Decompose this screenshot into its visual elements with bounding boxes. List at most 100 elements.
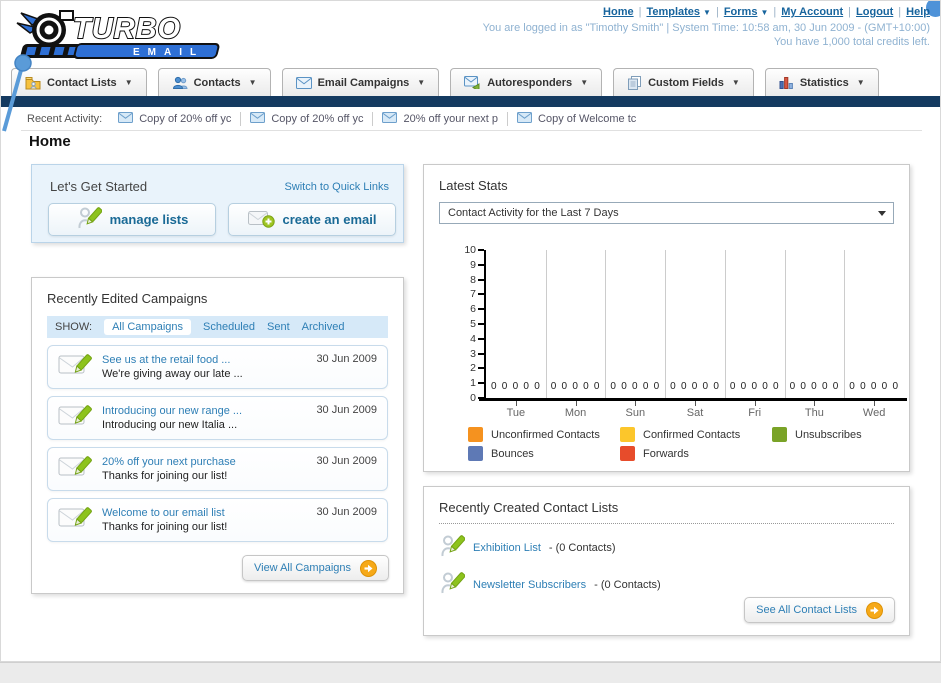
tab-contacts[interactable]: Contacts ▼ — [157, 68, 271, 96]
manage-lists-label: manage lists — [109, 212, 189, 227]
y-tick — [478, 367, 484, 370]
tab-label: Contacts — [193, 76, 241, 89]
bar-value-label: 0 — [550, 381, 557, 392]
top-link-templates[interactable]: Templates — [646, 6, 700, 18]
filter-archived[interactable]: Archived — [302, 321, 345, 333]
create-email-button[interactable]: create an email — [228, 203, 396, 236]
recent-activity-item[interactable]: Copy of Welcome tc — [517, 111, 636, 126]
chart-gridline — [605, 250, 607, 398]
campaign-subtitle: Thanks for joining our list! — [102, 521, 228, 533]
tab-email-campaigns[interactable]: Email Campaigns ▼ — [281, 68, 440, 96]
x-tick — [575, 401, 577, 406]
get-started-panel: Let's Get Started Switch to Quick Links … — [31, 164, 404, 243]
legend-unconfirmed-contacts: Unconfirmed Contacts — [468, 427, 600, 442]
recent-activity-item[interactable]: 20% off your next p — [382, 111, 498, 126]
y-tick — [478, 337, 484, 340]
legend-swatch-icon — [772, 427, 787, 442]
link-separator: | — [848, 6, 852, 18]
campaigns-panel: Recently Edited Campaigns SHOW: All Camp… — [31, 277, 404, 594]
legend-label: Bounces — [491, 447, 534, 460]
campaign-row[interactable]: Introducing our new range ... Introducing… — [47, 396, 388, 440]
recent-activity-item[interactable]: Copy of 20% off yc — [250, 111, 363, 126]
y-tick-label: 3 — [470, 347, 476, 360]
bar-value-label: 0 — [512, 381, 519, 392]
turbo-email-logo-graphic: TURBO EMAIL — [16, 10, 220, 59]
envelope-plus-icon — [247, 209, 275, 231]
link-separator: | — [898, 6, 902, 18]
bar-value-label: 0 — [860, 381, 866, 392]
statistics-icon — [779, 76, 794, 89]
chevron-down-icon: ▼ — [731, 78, 740, 87]
x-tick — [814, 401, 816, 406]
filter-scheduled[interactable]: Scheduled — [203, 321, 255, 333]
campaign-title-link[interactable]: 20% off your next purchase — [102, 455, 236, 469]
x-tick — [635, 401, 637, 406]
y-tick-label: 2 — [470, 362, 476, 375]
y-tick-label: 7 — [470, 288, 476, 301]
tab-autoresponders[interactable]: Autoresponders ▼ — [450, 68, 603, 96]
campaign-row[interactable]: 20% off your next purchase Thanks for joi… — [47, 447, 388, 491]
y-tick-label: 10 — [464, 244, 476, 256]
contact-list-count: - (0 Contacts) — [548, 541, 616, 554]
campaign-title-link[interactable]: See us at the retail food ... — [102, 353, 243, 367]
chart-gridline — [724, 250, 726, 398]
stats-period-select[interactable]: Contact Activity for the Last 7 Days — [439, 202, 894, 224]
show-label: SHOW: — [55, 321, 93, 333]
contact-list-link[interactable]: Newsletter Subscribers — [473, 579, 586, 591]
tab-statistics[interactable]: Statistics ▼ — [764, 68, 879, 96]
campaign-row[interactable]: Welcome to our email list Thanks for join… — [47, 498, 388, 542]
bar-value-label: 0 — [621, 381, 627, 392]
campaign-filters: All Campaigns Scheduled Sent Archived — [104, 319, 344, 335]
legend-label: Confirmed Contacts — [643, 428, 741, 441]
y-tick-label: 0 — [470, 392, 476, 404]
chart-gridline — [545, 250, 547, 398]
tab-custom-fields[interactable]: Custom Fields ▼ — [613, 68, 754, 96]
filter-sent[interactable]: Sent — [267, 321, 290, 333]
link-separator: | — [715, 6, 719, 18]
bar-value-label: 0 — [534, 381, 540, 392]
campaigns-filter-bar: SHOW: All Campaigns Scheduled Sent Archived — [47, 316, 388, 338]
main-nav-tabs: Contact Lists ▼ Contacts ▼ Email Campaigns ▼ A… — [11, 68, 879, 96]
top-link-my-account[interactable]: My Account — [781, 6, 843, 18]
top-link-logout[interactable]: Logout — [856, 6, 893, 18]
top-link-forms[interactable]: Forms — [724, 6, 758, 18]
bar-value-label: 0 — [702, 381, 709, 392]
footer-strip — [0, 662, 941, 683]
top-link-home[interactable]: Home — [603, 6, 634, 18]
bar-value-label: 0 — [680, 381, 687, 392]
tab-label: Autoresponders — [487, 76, 573, 89]
campaign-row[interactable]: See us at the retail food ... We're givin… — [47, 345, 388, 389]
legend-forwards: Forwards — [620, 446, 689, 461]
see-all-contact-lists-button[interactable]: See All Contact Lists — [744, 597, 895, 623]
y-tick — [478, 249, 484, 251]
manage-lists-button[interactable]: manage lists — [48, 203, 216, 236]
legend-label: Forwards — [643, 447, 689, 460]
chart-gridline — [844, 250, 846, 398]
campaign-date: 30 Jun 2009 — [316, 353, 377, 365]
campaign-title-link[interactable]: Introducing our new range ... — [102, 404, 242, 418]
switch-quick-links-link[interactable]: Switch to Quick Links — [284, 181, 389, 193]
chevron-down-icon: ▼ — [248, 78, 257, 87]
envelope-icon — [118, 111, 134, 126]
y-tick-label: 1 — [470, 377, 476, 390]
campaign-title-link[interactable]: Welcome to our email list — [102, 506, 227, 520]
create-email-label: create an email — [282, 212, 377, 227]
chevron-down-icon: ▼ — [124, 78, 133, 87]
top-link-help[interactable]: Help — [906, 6, 930, 18]
arrow-circle-icon — [866, 601, 883, 619]
chevron-down-icon: ▼ — [417, 78, 426, 87]
filter-all-campaigns[interactable]: All Campaigns — [104, 319, 191, 335]
chevron-down-icon: ▼ — [580, 78, 589, 87]
legend-bounces: Bounces — [468, 446, 534, 461]
view-all-campaigns-button[interactable]: View All Campaigns — [241, 555, 389, 581]
recent-activity-item[interactable]: Copy of 20% off yc — [118, 111, 231, 126]
chart-gridline — [784, 250, 786, 398]
envelope-pencil-icon — [58, 505, 92, 536]
legend-swatch-icon — [468, 446, 483, 461]
campaign-subtitle: Thanks for joining our list! — [102, 470, 228, 482]
contact-list-link[interactable]: Exhibition List — [473, 542, 541, 554]
bar-value-label: 0 — [610, 381, 616, 392]
person-pencil-icon — [76, 206, 103, 233]
bar-value-label: 0 — [740, 381, 747, 392]
x-tick-label: Sat — [686, 407, 704, 419]
